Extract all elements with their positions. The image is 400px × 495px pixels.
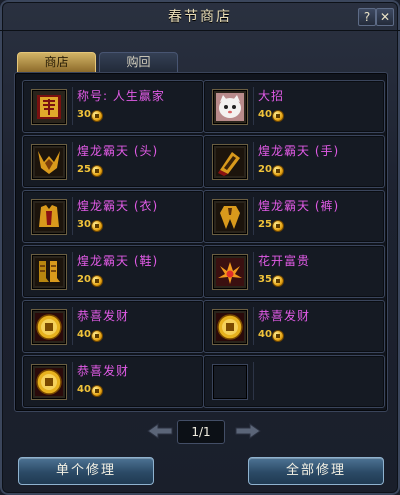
item-slot[interactable]: 大招 40 [203,80,385,133]
repair-all-button[interactable]: 全部修理 [248,457,384,485]
item-slot[interactable]: 煌龙霸天 (头) 25 [22,135,204,188]
item-name: 煌龙霸天 (手) [258,144,340,158]
close-button[interactable]: ✕ [376,8,394,26]
item-icon-frame [31,254,67,290]
slot-divider [253,87,254,125]
slot-divider [72,87,73,125]
item-name: 煌龙霸天 (衣) [77,199,159,213]
item-slot[interactable]: 恭喜发财 40 [22,300,204,353]
slot-divider [72,362,73,400]
dragon-gauntlet-icon [216,148,244,176]
help-icon: ? [363,10,371,24]
item-name: 称号: 人生赢家 [77,89,165,103]
item-name: 大招 [258,89,285,103]
window-title: 春节商店 [168,9,232,25]
item-icon-frame [212,144,248,180]
coin-icon [272,110,284,122]
item-name: 恭喜发财 [258,309,311,323]
item-slot[interactable]: 花开富贵 35 [203,245,385,298]
item-slot[interactable]: 称号: 人生赢家 30 [22,80,204,133]
item-slot[interactable]: 恭喜发财 40 [22,355,204,408]
empty-icon-frame [212,364,248,400]
item-price: 35 [258,274,272,285]
dragon-leggings-icon [216,203,244,231]
item-icon-frame [212,309,248,345]
coin-icon [91,110,103,122]
item-price: 25 [258,219,272,230]
page-indicator: 1/1 [177,420,225,444]
item-icon-frame [31,364,67,400]
item-icon-frame [31,144,67,180]
item-name: 恭喜发财 [77,364,130,378]
coin-icon [272,220,284,232]
item-price: 40 [77,384,91,395]
coin-icon [91,330,103,342]
item-price: 40 [258,109,272,120]
slot-divider [72,142,73,180]
item-icon-frame [212,254,248,290]
item-slot[interactable]: 恭喜发财 40 [203,300,385,353]
coin-icon [272,275,284,287]
shop-window: 春节商店 ? ✕ 商店 购回 称号: 人生赢家 30 大招 40 煌龙霸天 (头… [0,0,400,495]
repair-single-button[interactable]: 单个修理 [18,457,154,485]
blooming-flower-icon [216,258,244,286]
coin-icon [91,275,103,287]
coin-icon [91,220,103,232]
empty-item-slot [203,355,385,408]
item-price: 40 [77,329,91,340]
coin-icon [91,385,103,397]
dragon-helmet-icon [35,148,63,176]
title-scroll-icon [37,95,61,119]
item-icon-frame [31,199,67,235]
white-cat-face-icon [216,93,244,121]
tab-buyback[interactable]: 购回 [99,52,178,73]
item-price: 25 [77,164,91,175]
item-icon-frame [31,89,67,125]
item-price: 20 [77,274,91,285]
item-slot[interactable]: 煌龙霸天 (手) 20 [203,135,385,188]
slot-divider [253,307,254,345]
slot-divider [253,362,254,400]
item-price: 30 [77,109,91,120]
item-name: 恭喜发财 [77,309,130,323]
item-icon-frame [212,89,248,125]
item-name: 煌龙霸天 (头) [77,144,159,158]
prev-page-arrow-icon[interactable] [146,423,174,439]
slot-divider [253,197,254,235]
dragon-boots-icon [35,258,63,286]
slot-divider [253,252,254,290]
item-price: 30 [77,219,91,230]
help-button[interactable]: ? [358,8,376,26]
item-slot[interactable]: 煌龙霸天 (衣) 30 [22,190,204,243]
gold-coin-icon [35,313,63,341]
item-slot[interactable]: 煌龙霸天 (裤) 25 [203,190,385,243]
pagination: 1/1 [0,420,400,444]
close-icon: ✕ [379,10,391,24]
dragon-armor-icon [35,203,63,231]
item-price: 40 [258,329,272,340]
tab-shop[interactable]: 商店 [17,52,96,73]
slot-divider [72,252,73,290]
slot-divider [72,307,73,345]
coin-icon [91,165,103,177]
item-grid: 称号: 人生赢家 30 大招 40 煌龙霸天 (头) 25 煌龙霸天 (手) 2… [14,72,388,412]
item-icon-frame [31,309,67,345]
title-bar[interactable]: 春节商店 ? ✕ [0,0,400,31]
item-name: 煌龙霸天 (裤) [258,199,340,213]
gold-coin-icon [216,313,244,341]
gold-coin-icon [35,368,63,396]
coin-icon [272,330,284,342]
item-name: 花开富贵 [258,254,311,268]
slot-divider [72,197,73,235]
item-icon-frame [212,199,248,235]
item-name: 煌龙霸天 (鞋) [77,254,159,268]
item-slot[interactable]: 煌龙霸天 (鞋) 20 [22,245,204,298]
coin-icon [272,165,284,177]
item-price: 20 [258,164,272,175]
slot-divider [253,142,254,180]
next-page-arrow-icon[interactable] [234,423,262,439]
